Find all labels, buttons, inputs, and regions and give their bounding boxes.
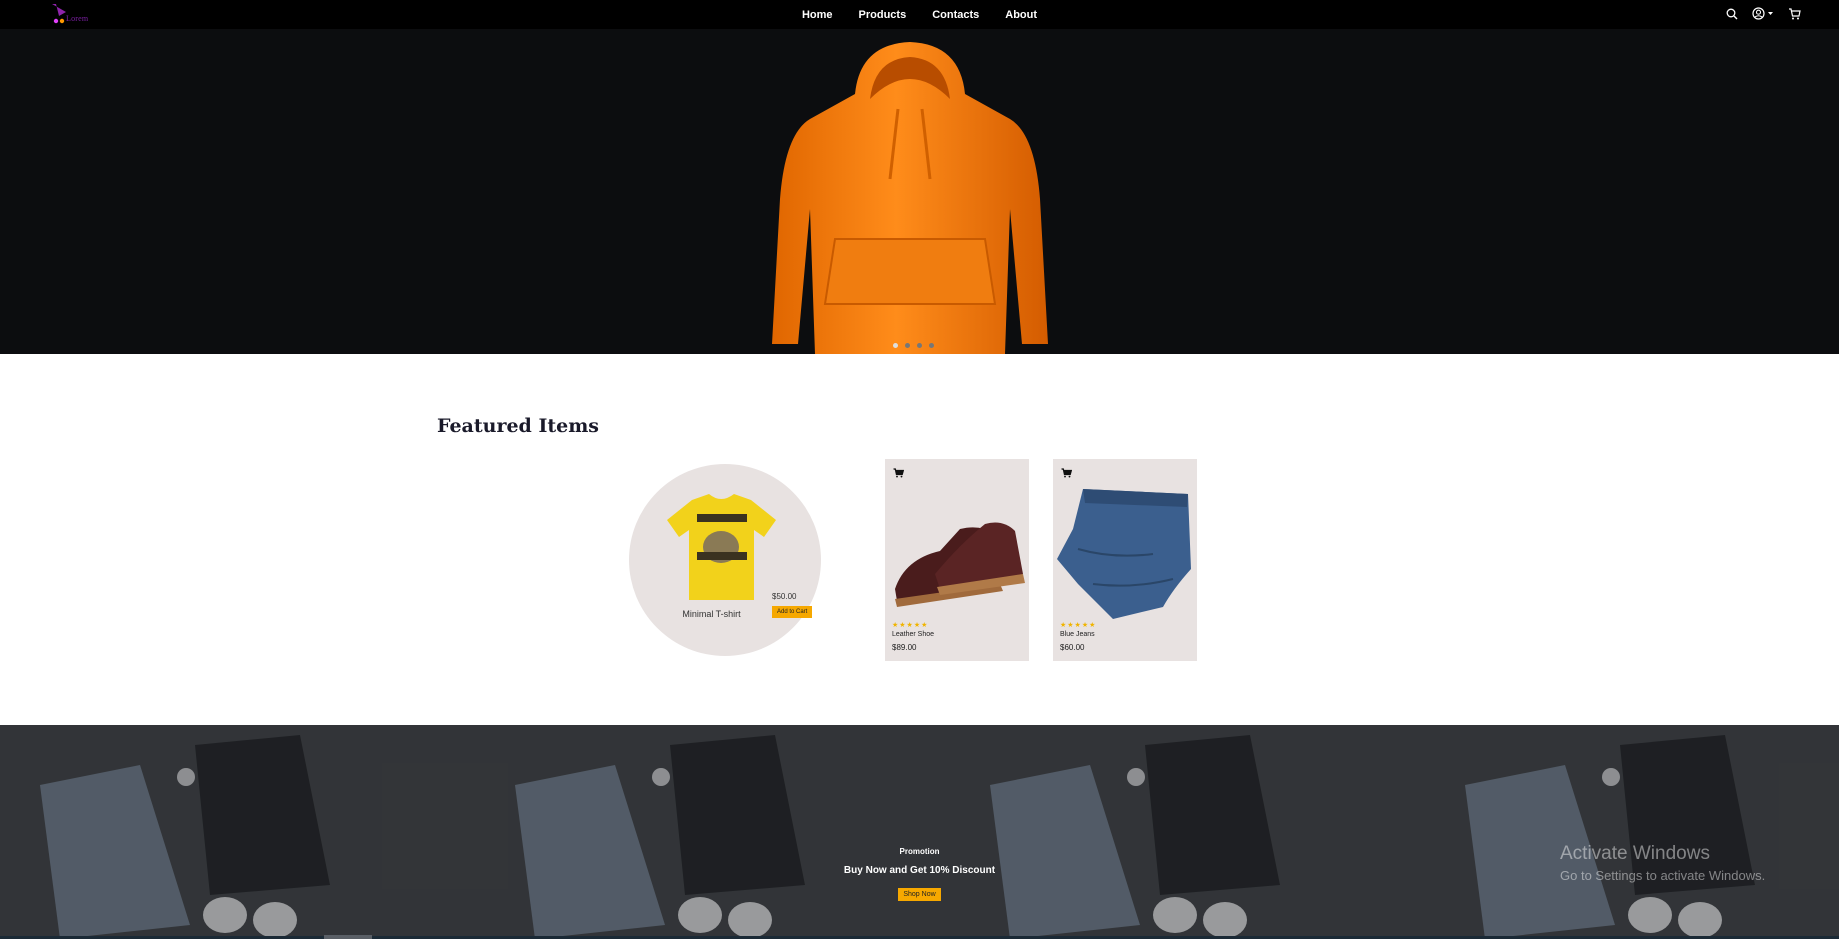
carousel-dots [893, 343, 934, 348]
nav-about[interactable]: About [992, 9, 1050, 21]
rating-stars: ★★★★★ [1060, 622, 1097, 629]
user-icon [1752, 7, 1765, 20]
highlight-price: $50.00 [772, 592, 797, 601]
main-menu: Home Products Contacts About [0, 0, 1839, 29]
blue-jeans-image [1057, 489, 1191, 619]
nav-home[interactable]: Home [789, 9, 846, 21]
top-navbar: Lorem Home Products Contacts About [0, 0, 1839, 29]
search-icon[interactable] [1726, 8, 1738, 20]
hero-hoodie-image [772, 42, 1048, 354]
logo-text: Lorem [66, 14, 89, 23]
rating-stars: ★★★★★ [892, 622, 929, 629]
product-price: $60.00 [1060, 643, 1085, 652]
nav-contacts[interactable]: Contacts [919, 9, 992, 21]
user-menu[interactable] [1752, 7, 1774, 20]
tshirt-image [667, 494, 776, 600]
product-name: Leather Shoe [892, 631, 935, 638]
carousel-dot-1[interactable] [893, 343, 898, 348]
nav-actions [1726, 7, 1801, 20]
cart-icon[interactable] [1061, 465, 1073, 483]
promo-content: Promotion Buy Now and Get 10% Discount S… [0, 725, 1839, 939]
carousel-dot-4[interactable] [929, 343, 934, 348]
horizontal-scrollbar-thumb[interactable] [324, 935, 372, 939]
cart-icon[interactable] [1788, 7, 1801, 20]
promo-label: Promotion [899, 847, 940, 856]
carousel-dot-2[interactable] [905, 343, 910, 348]
product-price: $89.00 [892, 643, 917, 652]
promotion-banner: Promotion Buy Now and Get 10% Discount S… [0, 725, 1839, 939]
brand-logo[interactable]: Lorem [50, 2, 106, 28]
hero-carousel [0, 29, 1839, 354]
product-card-leather-shoe[interactable]: ★★★★★ Leather Shoe $89.00 [885, 459, 1029, 661]
shop-now-button[interactable]: Shop Now [898, 888, 941, 901]
highlight-name: Minimal T-shirt [682, 609, 741, 619]
featured-title: Featured Items [437, 415, 599, 437]
featured-highlight-card[interactable]: $50.00 Minimal T-shirt Add to Cart [629, 464, 821, 656]
product-card-blue-jeans[interactable]: ★★★★★ Blue Jeans $60.00 [1053, 459, 1197, 661]
chevron-down-icon [1768, 12, 1773, 15]
nav-products[interactable]: Products [846, 9, 920, 21]
promo-headline: Buy Now and Get 10% Discount [843, 865, 996, 876]
cart-icon[interactable] [893, 465, 905, 483]
product-name: Blue Jeans [1060, 631, 1095, 638]
windows-activation-watermark: Activate Windows Go to Settings to activ… [1560, 843, 1766, 883]
leather-shoe-image [895, 522, 1025, 607]
carousel-dot-3[interactable] [917, 343, 922, 348]
add-to-cart-button[interactable]: Add to Cart [772, 606, 813, 618]
